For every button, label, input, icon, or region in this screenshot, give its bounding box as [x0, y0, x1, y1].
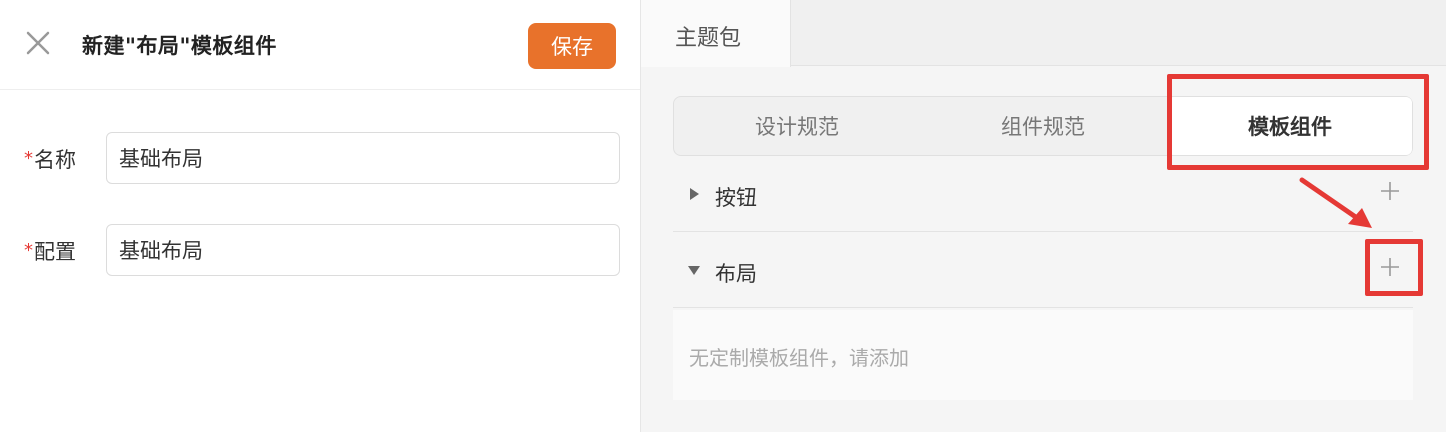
caret-right-icon[interactable]	[687, 187, 701, 201]
name-label-text: 名称	[34, 148, 76, 172]
group-row-layout[interactable]: 布局	[673, 234, 1413, 308]
dialog-title: 新建"布局"模板组件	[82, 34, 277, 58]
save-button[interactable]: 保存	[528, 23, 616, 69]
group-label: 布局	[715, 262, 757, 286]
tab-theme-package[interactable]: 主题包	[641, 0, 791, 67]
config-form-row: *配置	[0, 224, 640, 276]
config-label: *配置	[24, 236, 76, 266]
highlight-box-template-tab	[1167, 74, 1429, 170]
segment-design-spec[interactable]: 设计规范	[674, 97, 920, 155]
config-label-text: 配置	[34, 240, 76, 264]
editor-header: 新建"布局"模板组件 保存	[0, 0, 640, 90]
caret-down-icon[interactable]	[687, 263, 701, 277]
annotation-arrow-icon	[1299, 177, 1372, 228]
empty-state-text: 无定制模板组件，请添加	[689, 346, 909, 370]
config-input[interactable]	[106, 224, 620, 276]
required-mark: *	[24, 148, 33, 169]
segment-component-spec[interactable]: 组件规范	[920, 97, 1166, 155]
required-mark: *	[24, 240, 33, 261]
name-input[interactable]	[106, 132, 620, 184]
empty-state: 无定制模板组件，请添加	[673, 310, 1413, 400]
tab-theme-package-label: 主题包	[675, 26, 742, 51]
group-label: 按钮	[715, 186, 757, 210]
close-icon[interactable]	[24, 29, 52, 57]
highlight-box-add-button	[1365, 239, 1423, 296]
name-label: *名称	[24, 144, 76, 174]
component-editor-panel: 新建"布局"模板组件 保存 *名称 *配置	[0, 0, 641, 432]
name-form-row: *名称	[0, 132, 640, 184]
